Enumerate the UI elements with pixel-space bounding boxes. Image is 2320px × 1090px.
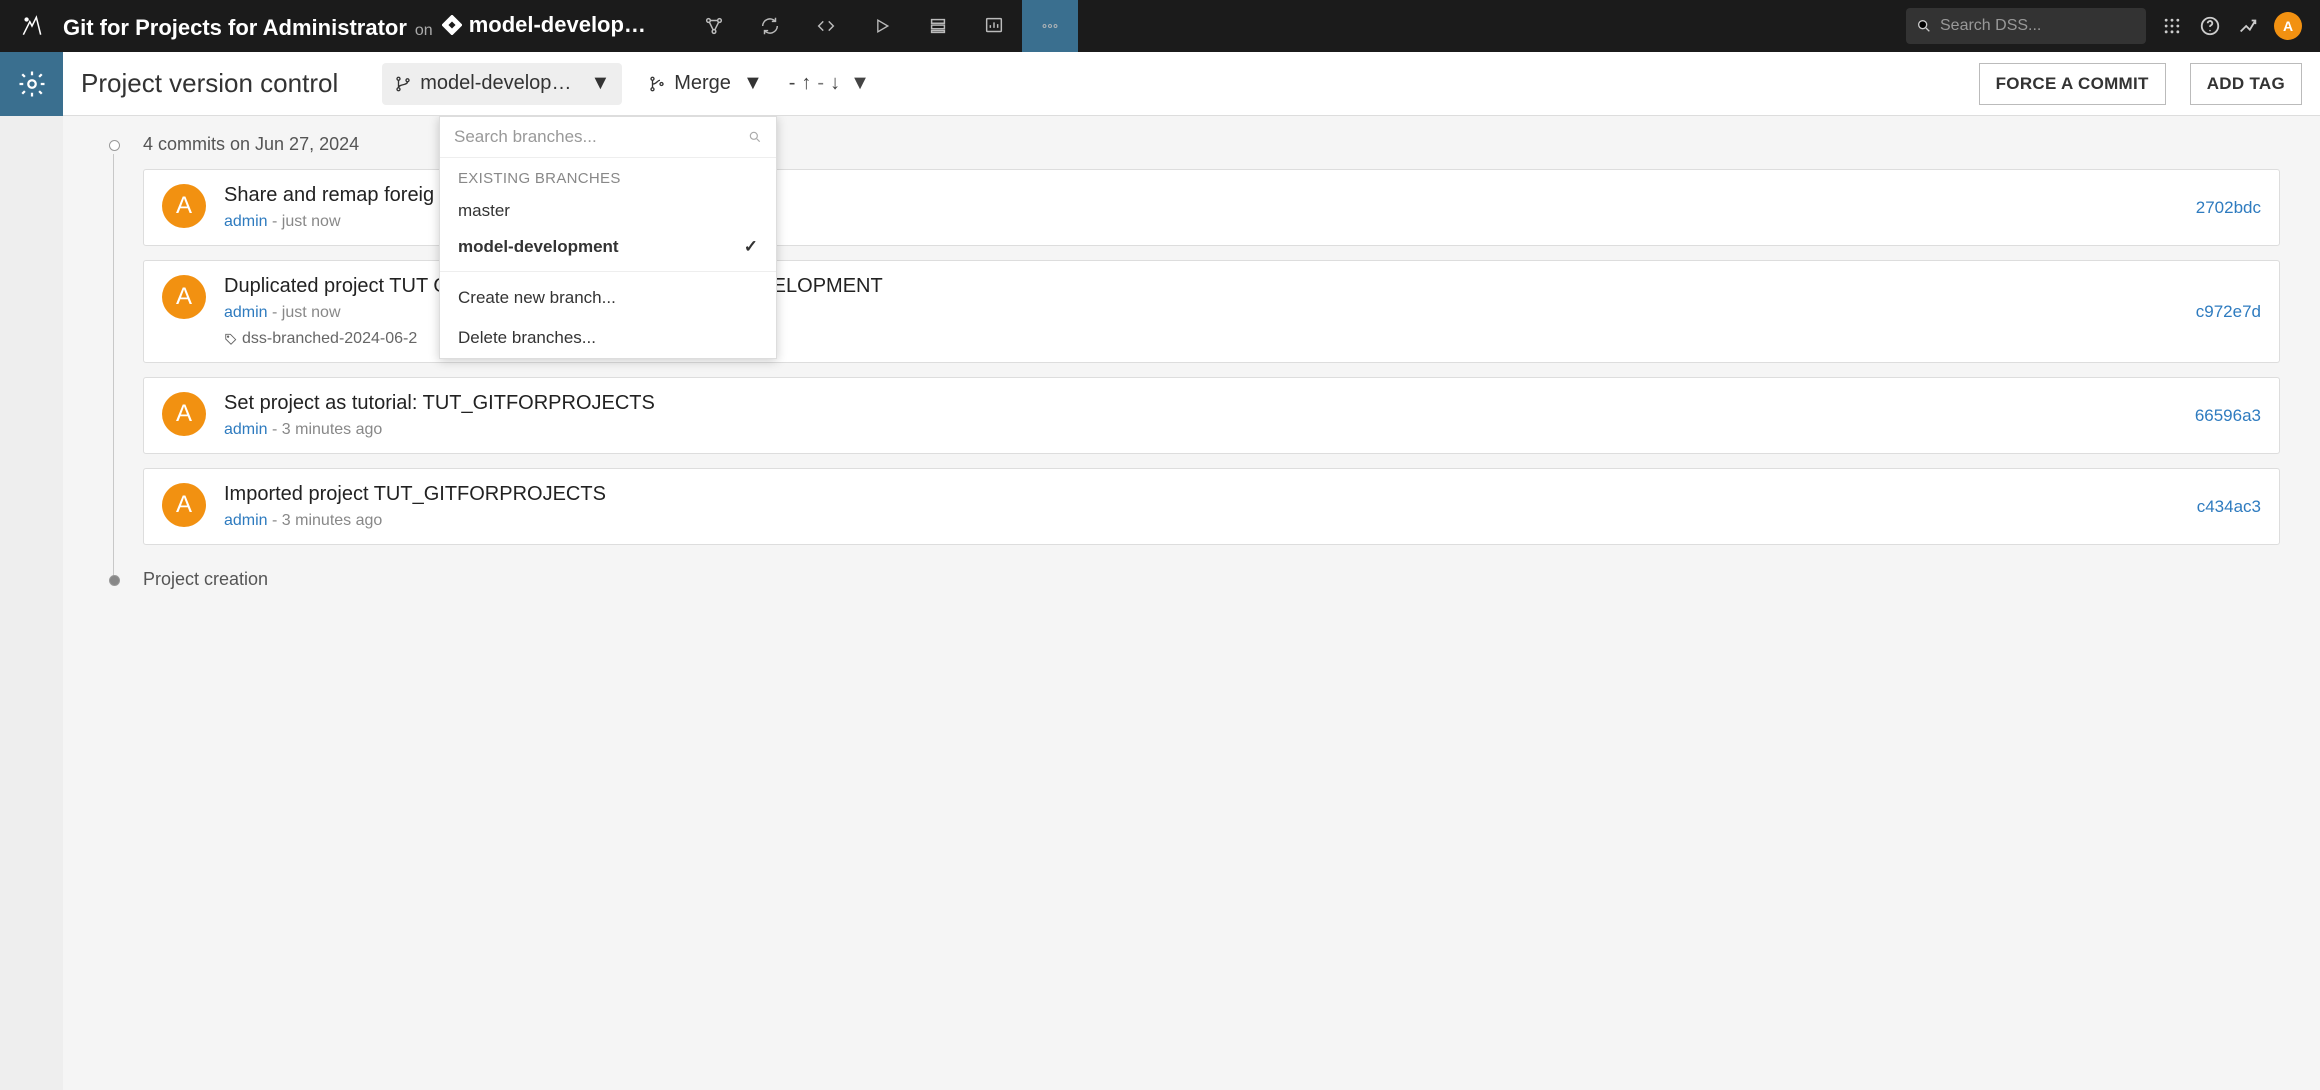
branch-dropdown: EXISTING BRANCHES master model-developmen… — [439, 116, 777, 359]
create-branch-action[interactable]: Create new branch... — [440, 278, 776, 318]
dashboards-icon[interactable] — [966, 0, 1022, 52]
breadcrumb: Git for Projects for Administrator on mo… — [63, 12, 646, 41]
tag-icon — [224, 332, 238, 346]
push-pull-indicator[interactable]: - ↑ - ↓ ▼ — [789, 72, 870, 95]
commit-card[interactable]: A Imported project TUT_GITFORPROJECTSadmi… — [143, 468, 2280, 545]
caret-down-icon: ▼ — [590, 72, 610, 95]
run-icon[interactable] — [854, 0, 910, 52]
search-icon — [748, 130, 762, 144]
lifecycle-icon[interactable] — [742, 0, 798, 52]
code-icon[interactable] — [798, 0, 854, 52]
arrow-up-icon: ↑ — [801, 72, 811, 95]
commit-card[interactable]: A Set project as tutorial: TUT_GITFORPROJ… — [143, 377, 2280, 454]
search-input[interactable] — [1940, 17, 2147, 35]
help-icon[interactable] — [2198, 14, 2222, 38]
arrow-down-icon: ↓ — [830, 72, 840, 95]
more-menu-icon[interactable] — [1022, 0, 1078, 52]
commit-time: - just now — [268, 213, 341, 230]
merge-icon — [648, 75, 666, 93]
commit-meta: admin - 3 minutes ago — [224, 421, 2177, 439]
settings-sidebar-icon[interactable] — [0, 52, 63, 116]
trend-icon[interactable] — [2236, 14, 2260, 38]
commit-user[interactable]: admin — [224, 304, 268, 321]
commit-main: Set project as tutorial: TUT_GITFORPROJE… — [224, 392, 2177, 439]
subbar-row: Project version control model-developm… … — [0, 52, 2320, 116]
branch-selector-label: model-developm… — [420, 72, 578, 95]
caret-down-icon: ▼ — [850, 72, 870, 95]
timeline-origin: Project creation — [143, 569, 2280, 590]
commit-hash[interactable]: c434ac3 — [2197, 497, 2261, 517]
body: EXISTING BRANCHES master model-developmen… — [0, 116, 2320, 1090]
check-icon: ✓ — [744, 237, 758, 257]
content: EXISTING BRANCHES master model-developmen… — [63, 116, 2320, 1090]
branch-option-label: master — [458, 201, 510, 221]
nav-icons — [686, 0, 1078, 52]
commit-avatar: A — [162, 392, 206, 436]
branch-section-title: EXISTING BRANCHES — [440, 158, 776, 193]
delete-branches-action[interactable]: Delete branches... — [440, 318, 776, 358]
commit-hash[interactable]: c972e7d — [2196, 302, 2261, 322]
commit-hash[interactable]: 2702bdc — [2196, 198, 2261, 218]
topbar-right: A — [2160, 12, 2320, 40]
breadcrumb-on: on — [415, 22, 433, 40]
commit-hash[interactable]: 66596a3 — [2195, 406, 2261, 426]
commit-title: Set project as tutorial: TUT_GITFORPROJE… — [224, 392, 2177, 415]
commit-user[interactable]: admin — [224, 512, 268, 529]
flow-icon[interactable] — [686, 0, 742, 52]
commit-user[interactable]: admin — [224, 421, 268, 438]
commit-main: Imported project TUT_GITFORPROJECTSadmin… — [224, 483, 2179, 530]
apps-icon[interactable] — [2160, 14, 2184, 38]
timeline: 4 commits on Jun 27, 2024 AShare and rem… — [103, 134, 2280, 590]
branch-option[interactable]: model-development ✓ — [440, 229, 776, 265]
jobs-icon[interactable] — [910, 0, 966, 52]
commit-meta: admin - 3 minutes ago — [224, 512, 2179, 530]
commit-title: Imported project TUT_GITFORPROJECTS — [224, 483, 2179, 506]
branch-search-input[interactable] — [454, 127, 748, 147]
search-icon — [1916, 18, 1932, 34]
timeline-origin-label: Project creation — [143, 569, 2280, 590]
project-name[interactable]: model-develop… — [441, 12, 646, 38]
merge-label: Merge — [674, 72, 731, 95]
branch-icon — [394, 75, 412, 93]
global-search[interactable] — [1906, 8, 2146, 44]
commit-time: - 3 minutes ago — [268, 421, 383, 438]
merge-menu[interactable]: Merge ▼ — [636, 63, 775, 105]
commit-time: - 3 minutes ago — [268, 512, 383, 529]
commit-time: - just now — [268, 304, 341, 321]
branch-option-label: model-development — [458, 237, 619, 257]
commit-tag-label: dss-branched-2024-06-2 — [242, 330, 417, 348]
add-tag-button[interactable]: ADD TAG — [2190, 63, 2302, 105]
push-count: - — [789, 72, 796, 95]
project-icon — [441, 14, 463, 36]
branch-selector[interactable]: model-developm… ▼ — [382, 63, 622, 105]
topbar: Git for Projects for Administrator on mo… — [0, 0, 2320, 52]
branch-option[interactable]: master — [440, 193, 776, 229]
force-commit-button[interactable]: FORCE A COMMIT — [1979, 63, 2166, 105]
commit-avatar: A — [162, 275, 206, 319]
user-avatar[interactable]: A — [2274, 12, 2302, 40]
app-logo[interactable] — [0, 0, 63, 52]
page-title: Project version control — [81, 68, 338, 99]
commit-avatar: A — [162, 483, 206, 527]
caret-down-icon: ▼ — [743, 72, 763, 95]
commit-avatar: A — [162, 184, 206, 228]
branch-search-row — [440, 117, 776, 158]
left-gutter — [0, 116, 63, 1090]
project-parent-title[interactable]: Git for Projects for Administrator — [63, 15, 407, 41]
commit-user[interactable]: admin — [224, 213, 268, 230]
project-name-text: model-develop… — [469, 12, 646, 38]
subbar: Project version control model-developm… … — [63, 52, 2320, 116]
